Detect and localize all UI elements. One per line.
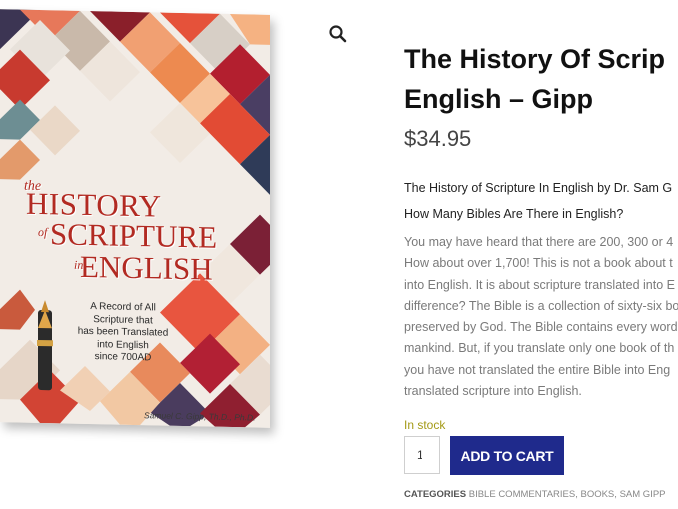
cover-subtitle-line: since 700AD bbox=[94, 351, 152, 364]
product-price: $34.95 bbox=[404, 126, 472, 151]
description-line: into English. It is about scripture tran… bbox=[404, 277, 675, 292]
description-heading: The History of Scripture In English by D… bbox=[404, 181, 673, 195]
product-gallery: the HISTORY of SCRIPTURE in ENGLISH A Re… bbox=[0, 0, 360, 509]
fountain-pen-icon bbox=[37, 300, 53, 391]
category-link[interactable]: BOOKS bbox=[580, 489, 614, 500]
cover-title-english: ENGLISH bbox=[80, 248, 213, 287]
description-line: How about over 1,700! This is not a book… bbox=[404, 256, 673, 271]
description-line: preserved by God. The Bible contains eve… bbox=[404, 320, 678, 335]
product-title-line: The History Of Scrip bbox=[404, 44, 666, 74]
quantity-input[interactable] bbox=[404, 436, 440, 474]
zoom-button[interactable] bbox=[326, 22, 350, 46]
product-title-line: English – Gipp bbox=[404, 84, 594, 114]
magnifier-icon bbox=[329, 25, 347, 43]
description-line: mankind. But, if you translate only one … bbox=[404, 341, 675, 356]
product-title: The History Of Scrip English – Gipp bbox=[404, 39, 678, 119]
stock-status: In stock bbox=[404, 418, 446, 432]
categories-label: CATEGORIES bbox=[404, 489, 467, 500]
product-categories: CATEGORIES BIBLE COMMENTARIES, BOOKS, SA… bbox=[404, 489, 666, 500]
cover-subtitle: A Record of All Scripture that has been … bbox=[58, 300, 188, 365]
cover-title-of: of bbox=[38, 224, 48, 240]
cover-subtitle-line: has been Translated bbox=[77, 325, 169, 339]
category-link[interactable]: SAM GIPP bbox=[620, 489, 666, 500]
description-line: difference? The Bible is a collection of… bbox=[404, 298, 678, 313]
description-subheading: How Many Bibles Are There in English? bbox=[404, 207, 624, 221]
category-link[interactable]: BIBLE COMMENTARIES bbox=[469, 489, 575, 500]
add-to-cart-button[interactable]: ADD TO CART bbox=[450, 436, 564, 475]
description-body: You may have heard that there are 200, 3… bbox=[404, 232, 678, 402]
product-summary: The History Of Scrip English – Gipp $34.… bbox=[404, 0, 678, 509]
description-line: you have not translated the entire Bible… bbox=[404, 362, 671, 377]
description-line: You may have heard that there are 200, 3… bbox=[404, 235, 674, 249]
description-line: translated scripture into English. bbox=[404, 384, 582, 399]
book-cover-image[interactable]: the HISTORY of SCRIPTURE in ENGLISH A Re… bbox=[0, 9, 270, 428]
cover-title-scripture: SCRIPTURE bbox=[50, 216, 218, 255]
